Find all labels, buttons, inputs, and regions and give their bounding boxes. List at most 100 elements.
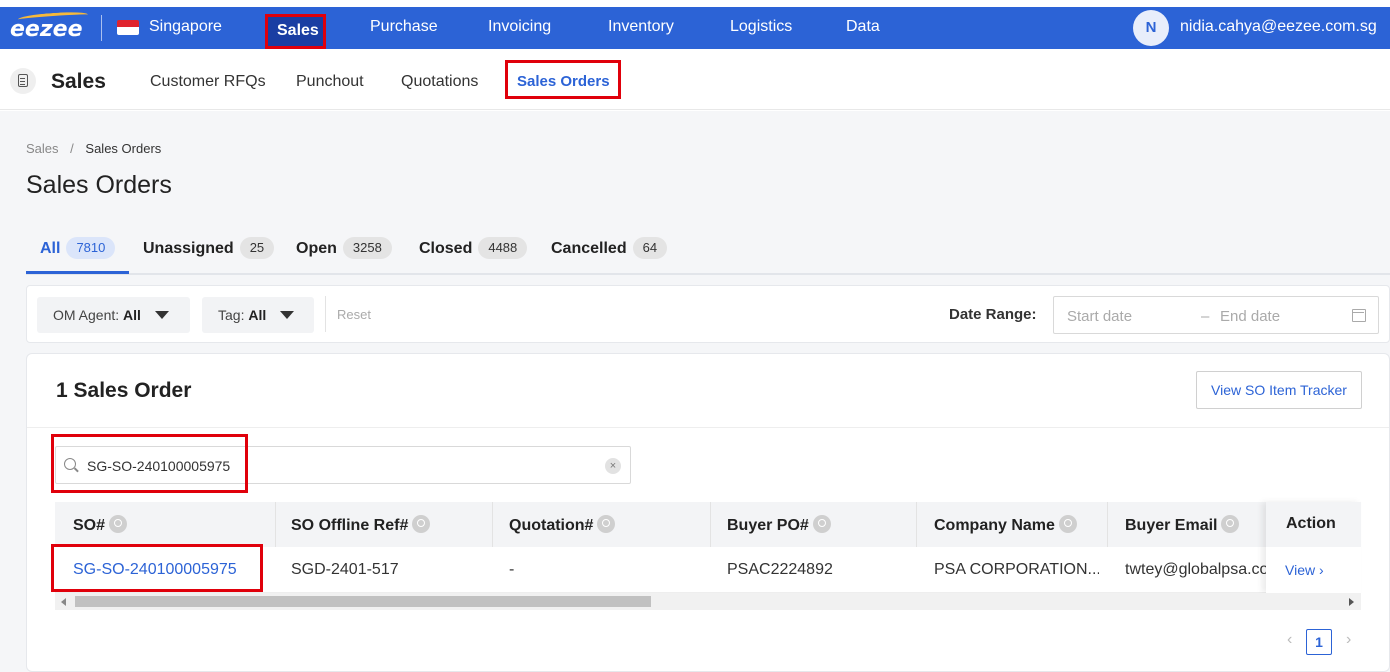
column-separator xyxy=(1107,502,1108,547)
column-separator xyxy=(916,502,917,547)
column-header-so[interactable]: SO# xyxy=(73,515,128,535)
om-agent-filter[interactable]: OM Agent: All xyxy=(37,297,190,333)
pagination-page-1[interactable]: 1 xyxy=(1306,629,1332,655)
subnav-quotations[interactable]: Quotations xyxy=(401,73,478,91)
tab-closed[interactable]: Closed 4488 xyxy=(419,237,528,259)
tab-open[interactable]: Open 3258 xyxy=(296,237,392,259)
nav-item-logistics[interactable]: Logistics xyxy=(730,18,792,36)
subnav-sales-orders-label: Sales Orders xyxy=(517,73,610,90)
om-agent-label: OM Agent: xyxy=(53,307,120,323)
singapore-flag-icon xyxy=(117,20,139,35)
panel-divider xyxy=(27,427,1389,428)
reset-button[interactable]: Reset xyxy=(337,307,371,322)
column-header-buyer-po[interactable]: Buyer PO# xyxy=(727,515,831,535)
column-separator xyxy=(492,502,493,547)
tag-label: Tag: xyxy=(218,307,245,323)
nav-item-purchase[interactable]: Purchase xyxy=(370,18,438,36)
tab-cancelled[interactable]: Cancelled 64 xyxy=(551,237,668,259)
tab-all[interactable]: All 7810 xyxy=(40,237,116,259)
tag-filter[interactable]: Tag: All xyxy=(202,297,314,333)
calendar-icon[interactable] xyxy=(1352,309,1366,322)
filter-bar: OM Agent: All Tag: All Reset Date Range:… xyxy=(26,285,1390,343)
main-content: Sales / Sales Orders Sales Orders All 781… xyxy=(0,111,1390,672)
top-navbar: eezee Singapore Sales Purchase Invoicing… xyxy=(0,0,1390,56)
active-tab-underline xyxy=(26,271,129,274)
tab-open-label: Open xyxy=(296,240,337,257)
end-date-input[interactable]: End date xyxy=(1220,308,1280,325)
navbar-divider xyxy=(101,15,102,41)
column-search-icon[interactable] xyxy=(597,515,616,533)
results-count-title: 1 Sales Order xyxy=(56,379,192,402)
tab-open-count: 3258 xyxy=(342,237,392,259)
column-header-quotation[interactable]: Quotation# xyxy=(509,515,616,535)
logo-text: eezee xyxy=(10,17,83,42)
eezee-logo[interactable]: eezee xyxy=(10,10,89,42)
subnav-customer-rfqs[interactable]: Customer RFQs xyxy=(150,73,266,91)
subnav-punchout[interactable]: Punchout xyxy=(296,73,364,91)
sales-subnav: Sales Customer RFQs Punchout Quotations … xyxy=(0,56,1390,110)
country-selector[interactable]: Singapore xyxy=(149,18,222,36)
view-so-item-tracker-button[interactable]: View SO Item Tracker xyxy=(1196,371,1362,409)
date-range-picker[interactable]: Start date – End date xyxy=(1053,296,1379,334)
column-header-so-offline-ref[interactable]: SO Offline Ref# xyxy=(291,515,431,535)
quotation-cell: - xyxy=(509,561,515,578)
search-highlight-box xyxy=(51,434,248,493)
column-separator xyxy=(710,502,711,547)
user-email[interactable]: nidia.cahya@eezee.com.sg xyxy=(1180,18,1377,36)
breadcrumb: Sales / Sales Orders xyxy=(26,141,161,156)
tab-cancelled-count: 64 xyxy=(632,237,668,259)
column-search-icon[interactable] xyxy=(1221,515,1240,533)
column-search-icon[interactable] xyxy=(412,515,431,533)
company-name-cell: PSA CORPORATION... xyxy=(934,561,1099,578)
page-title: Sales Orders xyxy=(26,171,172,199)
sales-orders-panel: 1 Sales Order View SO Item Tracker SG-SO… xyxy=(26,353,1390,672)
om-agent-value: All xyxy=(123,307,141,323)
user-avatar[interactable]: N xyxy=(1133,10,1169,46)
tab-all-label: All xyxy=(40,240,61,257)
tag-caret-icon xyxy=(280,311,295,319)
table-header: SO# SO Offline Ref# Quotation# Buyer PO#… xyxy=(55,502,1361,547)
nav-item-inventory[interactable]: Inventory xyxy=(608,18,674,36)
status-tabs: All 7810 Unassigned 25 Open 3258 Closed 4488… xyxy=(26,233,1390,275)
tab-unassigned-label: Unassigned xyxy=(143,240,234,257)
buyer-po-cell: PSAC2224892 xyxy=(727,561,833,578)
nav-item-data[interactable]: Data xyxy=(846,18,880,36)
column-header-buyer-email[interactable]: Buyer Email xyxy=(1125,515,1240,535)
column-search-icon[interactable] xyxy=(109,515,128,533)
breadcrumb-current: Sales Orders xyxy=(85,141,162,156)
clear-search-icon[interactable]: × xyxy=(605,458,621,474)
view-order-link[interactable]: View › xyxy=(1285,562,1324,578)
tab-unassigned[interactable]: Unassigned 25 xyxy=(143,237,275,259)
horizontal-scrollbar[interactable] xyxy=(55,593,1361,610)
buyer-email-cell: twtey@globalpsa.com xyxy=(1125,561,1266,578)
column-header-action: Action xyxy=(1286,515,1336,532)
scrollbar-thumb[interactable] xyxy=(75,596,651,607)
breadcrumb-separator: / xyxy=(70,141,74,156)
pagination-prev-button[interactable]: ‹ xyxy=(1287,631,1292,649)
tab-unassigned-count: 25 xyxy=(239,237,275,259)
date-range-label: Date Range: xyxy=(949,306,1037,323)
pagination-next-button[interactable]: › xyxy=(1346,631,1351,649)
so-offline-ref-cell: SGD-2401-517 xyxy=(291,561,399,578)
nav-item-invoicing[interactable]: Invoicing xyxy=(488,18,551,36)
nav-item-sales-label: Sales xyxy=(277,22,319,39)
breadcrumb-root[interactable]: Sales xyxy=(26,141,59,156)
top-navbar-bar: eezee Singapore Sales Purchase Invoicing… xyxy=(0,7,1390,49)
subnav-title: Sales xyxy=(51,70,106,93)
column-header-company-name[interactable]: Company Name xyxy=(934,515,1077,535)
tab-closed-count: 4488 xyxy=(478,237,528,259)
column-separator xyxy=(275,502,276,547)
action-column: Action View › xyxy=(1266,502,1361,593)
tag-value: All xyxy=(248,307,267,323)
subnav-sales-orders[interactable]: Sales Orders xyxy=(505,60,621,99)
sales-document-icon xyxy=(10,68,36,94)
nav-item-sales[interactable]: Sales xyxy=(265,14,326,49)
so-number-highlight-box xyxy=(51,544,263,592)
column-search-icon[interactable] xyxy=(812,515,831,533)
start-date-input[interactable]: Start date xyxy=(1067,308,1132,325)
tab-all-count: 7810 xyxy=(66,237,116,259)
scroll-left-arrow-icon[interactable] xyxy=(61,598,66,606)
scroll-right-arrow-icon[interactable] xyxy=(1349,598,1354,606)
tab-cancelled-label: Cancelled xyxy=(551,240,627,257)
column-search-icon[interactable] xyxy=(1058,515,1077,533)
